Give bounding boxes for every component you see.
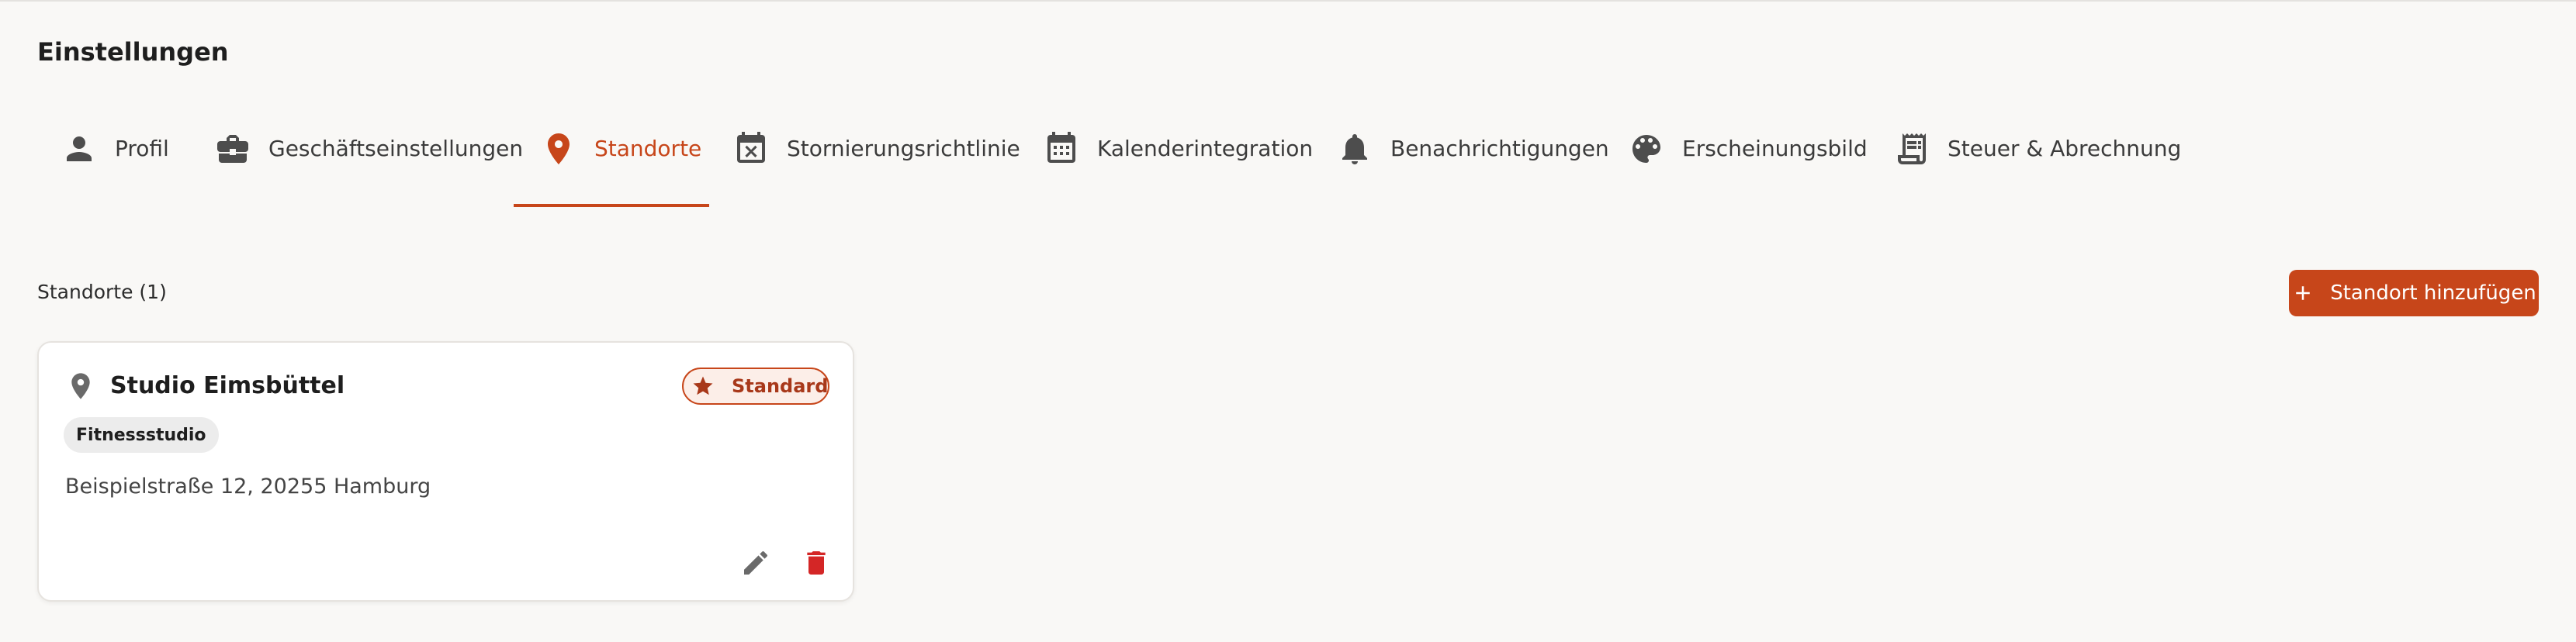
location-name: Studio Eimsbüttel: [110, 372, 345, 399]
tab-label: Erscheinungsbild: [1682, 136, 1868, 161]
tab-stornierungsrichtlinie[interactable]: Stornierungsrichtlinie: [732, 116, 1020, 209]
tab-profil[interactable]: Profil: [61, 116, 169, 209]
location-pin-icon: [540, 130, 577, 167]
receipt-icon: [1893, 130, 1930, 167]
top-divider: [0, 0, 2576, 2]
trash-icon: [801, 547, 832, 582]
location-pin-icon: [65, 371, 96, 402]
edit-button[interactable]: [739, 547, 773, 582]
tab-label: Steuer & Abrechnung: [1948, 136, 2182, 161]
tab-steuer-abrechnung[interactable]: Steuer & Abrechnung: [1893, 116, 2181, 209]
category-chip: Fitnessstudio: [64, 417, 219, 453]
add-location-button[interactable]: Standort hinzufügen: [2289, 270, 2539, 316]
briefcase-icon: [214, 130, 251, 167]
default-badge: Standard: [682, 368, 829, 405]
tab-label: Benachrichtigungen: [1390, 136, 1609, 161]
tab-label: Standorte: [594, 136, 702, 161]
badge-label: Standard: [732, 375, 829, 397]
location-address: Beispielstraße 12, 20255 Hamburg: [65, 475, 431, 499]
section-title: Standorte (1): [37, 281, 167, 303]
plus-icon: [2291, 281, 2315, 305]
pencil-icon: [740, 547, 771, 582]
tab-geschaeftseinstellungen[interactable]: Geschäftseinstellungen: [214, 116, 523, 209]
tab-label: Geschäftseinstellungen: [268, 136, 524, 161]
tab-kalenderintegration[interactable]: Kalenderintegration: [1043, 116, 1313, 209]
page-title: Einstellungen: [37, 37, 229, 67]
person-icon: [61, 130, 98, 167]
add-location-label: Standort hinzufügen: [2330, 281, 2536, 305]
tab-label: Kalenderintegration: [1097, 136, 1314, 161]
tab-erscheinungsbild[interactable]: Erscheinungsbild: [1628, 116, 1868, 209]
calendar-icon: [1043, 130, 1080, 167]
calendar-cancel-icon: [732, 130, 770, 167]
palette-icon: [1628, 130, 1665, 167]
star-icon: [691, 374, 715, 398]
tab-label: Profil: [115, 136, 169, 161]
bell-icon: [1336, 130, 1373, 167]
location-card: Studio Eimsbüttel Standard Fitnessstudio…: [37, 341, 854, 602]
tab-benachrichtigungen[interactable]: Benachrichtigungen: [1336, 116, 1609, 209]
delete-button[interactable]: [799, 547, 833, 582]
tab-label: Stornierungsrichtlinie: [787, 136, 1020, 161]
tab-standorte[interactable]: Standorte: [540, 116, 701, 209]
active-tab-indicator: [514, 204, 709, 207]
